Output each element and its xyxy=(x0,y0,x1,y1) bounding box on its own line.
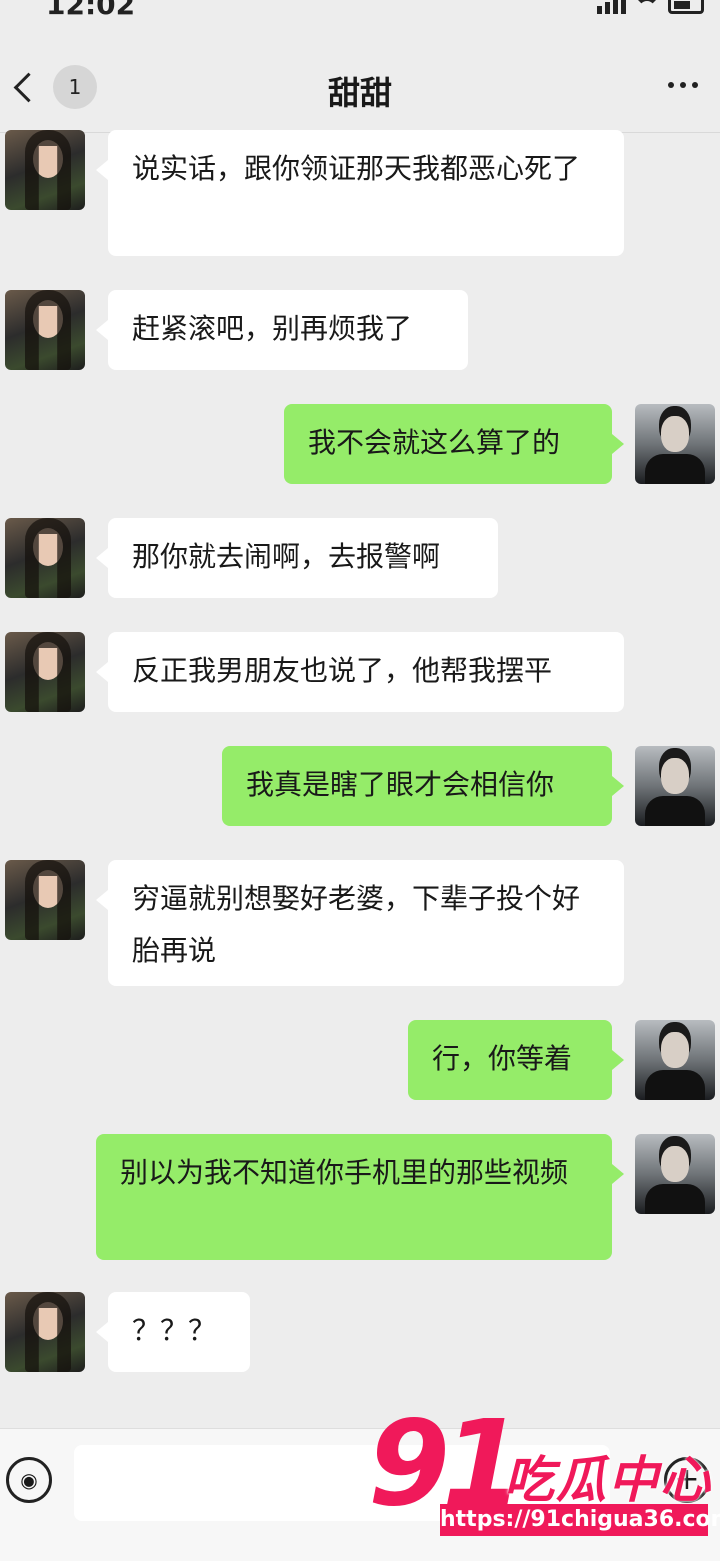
message-received: 说实话，跟你领证那天我都恶心死了 xyxy=(0,130,720,260)
message-received: 穷逼就别想娶好老婆，下辈子投个好胎再说 xyxy=(0,860,720,990)
chat-header: 1 甜甜 xyxy=(0,40,720,133)
message-received: ？？？ xyxy=(0,1292,720,1374)
my-avatar[interactable] xyxy=(635,1134,715,1214)
message-bubble[interactable]: 赶紧滚吧，别再烦我了 xyxy=(96,290,468,370)
message-received: 赶紧滚吧，别再烦我了 xyxy=(0,290,720,372)
message-bubble[interactable]: 别以为我不知道你手机里的那些视频 xyxy=(96,1134,624,1260)
watermark-text: 吃瓜中心 xyxy=(504,1451,712,1509)
more-dots-icon[interactable] xyxy=(664,70,702,100)
signal-icon xyxy=(597,0,626,14)
status-icons xyxy=(597,0,704,14)
my-avatar[interactable] xyxy=(635,1020,715,1100)
message-sent: 行，你等着 xyxy=(0,1020,720,1102)
my-avatar[interactable] xyxy=(635,404,715,484)
watermark-url: https://91chigua36.com xyxy=(440,1504,720,1536)
battery-icon xyxy=(668,0,704,14)
message-bubble[interactable]: 反正我男朋友也说了，他帮我摆平 xyxy=(96,632,624,712)
message-sent: 我真是瞎了眼才会相信你 xyxy=(0,746,720,828)
wifi-icon xyxy=(634,0,660,14)
contact-avatar[interactable] xyxy=(5,290,85,370)
status-bar: 12:02 xyxy=(0,0,720,40)
message-received: 反正我男朋友也说了，他帮我摆平 xyxy=(0,632,720,714)
watermark-logo: 91 吃瓜中心 https://91chigua36.com xyxy=(368,1394,720,1560)
message-bubble[interactable]: 说实话，跟你领证那天我都恶心死了 xyxy=(96,130,624,256)
contact-avatar[interactable] xyxy=(5,130,85,210)
message-sent: 我不会就这么算了的 xyxy=(0,404,720,486)
contact-avatar[interactable] xyxy=(5,518,85,598)
message-bubble[interactable]: 我真是瞎了眼才会相信你 xyxy=(222,746,624,826)
message-sent: 别以为我不知道你手机里的那些视频 xyxy=(0,1134,720,1264)
contact-avatar[interactable] xyxy=(5,860,85,940)
message-bubble[interactable]: 穷逼就别想娶好老婆，下辈子投个好胎再说 xyxy=(96,860,624,986)
chat-title: 甜甜 xyxy=(327,74,392,112)
voice-icon[interactable]: ◉ xyxy=(6,1457,52,1503)
status-time: 12:02 xyxy=(46,0,136,21)
contact-avatar[interactable] xyxy=(5,632,85,712)
message-bubble[interactable]: 我不会就这么算了的 xyxy=(284,404,624,484)
message-bubble[interactable]: 行，你等着 xyxy=(408,1020,624,1100)
my-avatar[interactable] xyxy=(635,746,715,826)
contact-avatar[interactable] xyxy=(5,1292,85,1372)
message-bubble[interactable]: ？？？ xyxy=(96,1292,250,1372)
message-received: 那你就去闹啊，去报警啊 xyxy=(0,518,720,600)
message-bubble[interactable]: 那你就去闹啊，去报警啊 xyxy=(96,518,498,598)
